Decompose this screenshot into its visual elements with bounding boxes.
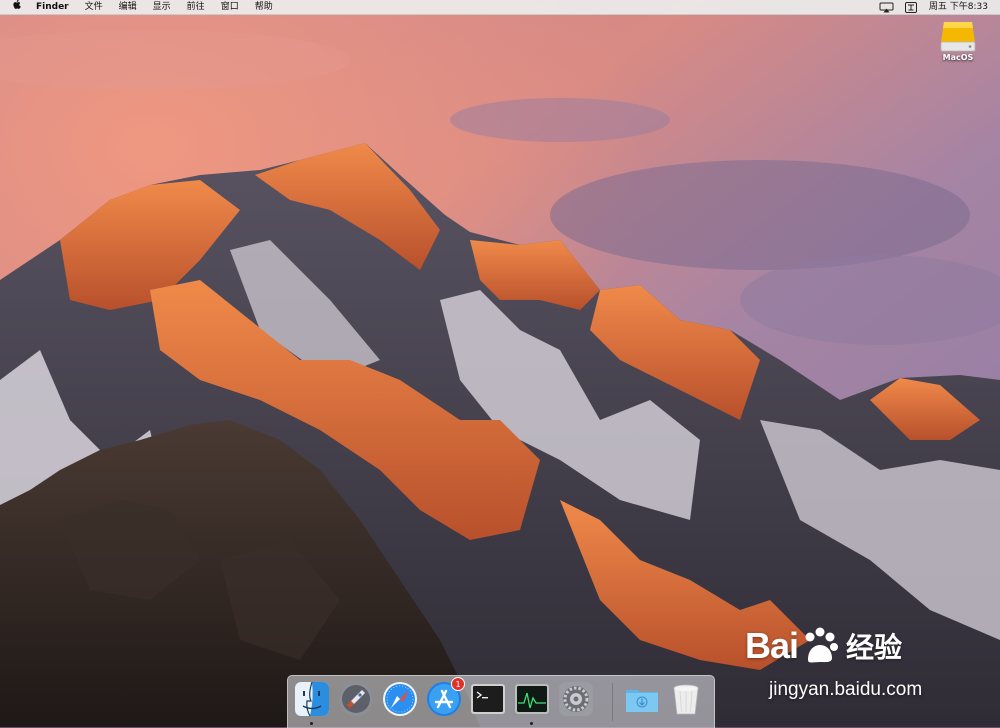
dock-separator xyxy=(612,683,613,721)
watermark-brand: Bai xyxy=(745,625,799,666)
menu-go[interactable]: 前往 xyxy=(179,0,213,14)
menu-window[interactable]: 窗口 xyxy=(213,0,247,14)
menu-bar: Finder 文件 编辑 显示 前往 窗口 帮助 周五 下午8:33 xyxy=(0,0,1000,15)
airplay-icon[interactable] xyxy=(878,0,896,14)
terminal-icon xyxy=(471,684,505,714)
apple-menu-icon[interactable] xyxy=(0,0,28,15)
dock-finder[interactable] xyxy=(294,681,330,725)
menu-file[interactable]: 文件 xyxy=(77,0,111,14)
dock-safari[interactable] xyxy=(382,681,418,719)
baidu-watermark: Bai 经验 jingyan.baidu.com xyxy=(745,617,995,707)
hard-drive-icon xyxy=(940,22,976,52)
menu-edit[interactable]: 编辑 xyxy=(111,0,145,14)
watermark-url: jingyan.baidu.com xyxy=(769,679,923,700)
safari-compass-icon xyxy=(383,682,417,716)
input-method-icon[interactable] xyxy=(902,0,920,14)
dock: 1 xyxy=(287,675,715,728)
dock-terminal[interactable] xyxy=(470,681,506,719)
dock-app-store[interactable]: 1 xyxy=(426,677,465,719)
menu-help[interactable]: 帮助 xyxy=(247,0,281,14)
menu-clock[interactable]: 周五 下午8:33 xyxy=(923,0,994,14)
desktop-drive-label: MacOS xyxy=(942,53,974,62)
dock-system-preferences[interactable] xyxy=(558,681,594,719)
downloads-folder-icon xyxy=(626,690,658,712)
finder-icon xyxy=(295,681,329,717)
trash-icon xyxy=(673,684,699,715)
paw-logo-icon xyxy=(805,627,839,663)
menu-view[interactable]: 显示 xyxy=(145,0,179,14)
gear-icon xyxy=(559,682,593,716)
menu-finder[interactable]: Finder xyxy=(28,0,77,14)
app-store-badge: 1 xyxy=(451,677,465,691)
watermark-brand-cn: 经验 xyxy=(846,631,903,664)
activity-monitor-icon xyxy=(515,684,549,714)
running-indicator xyxy=(530,722,533,725)
desktop-drive[interactable]: MacOS xyxy=(936,20,980,62)
dock-launchpad[interactable] xyxy=(338,681,374,719)
launchpad-icon xyxy=(339,682,373,716)
running-indicator xyxy=(310,722,313,725)
dock-activity-monitor[interactable] xyxy=(514,681,550,725)
dock-trash[interactable] xyxy=(668,681,704,719)
dock-downloads[interactable] xyxy=(624,681,660,719)
